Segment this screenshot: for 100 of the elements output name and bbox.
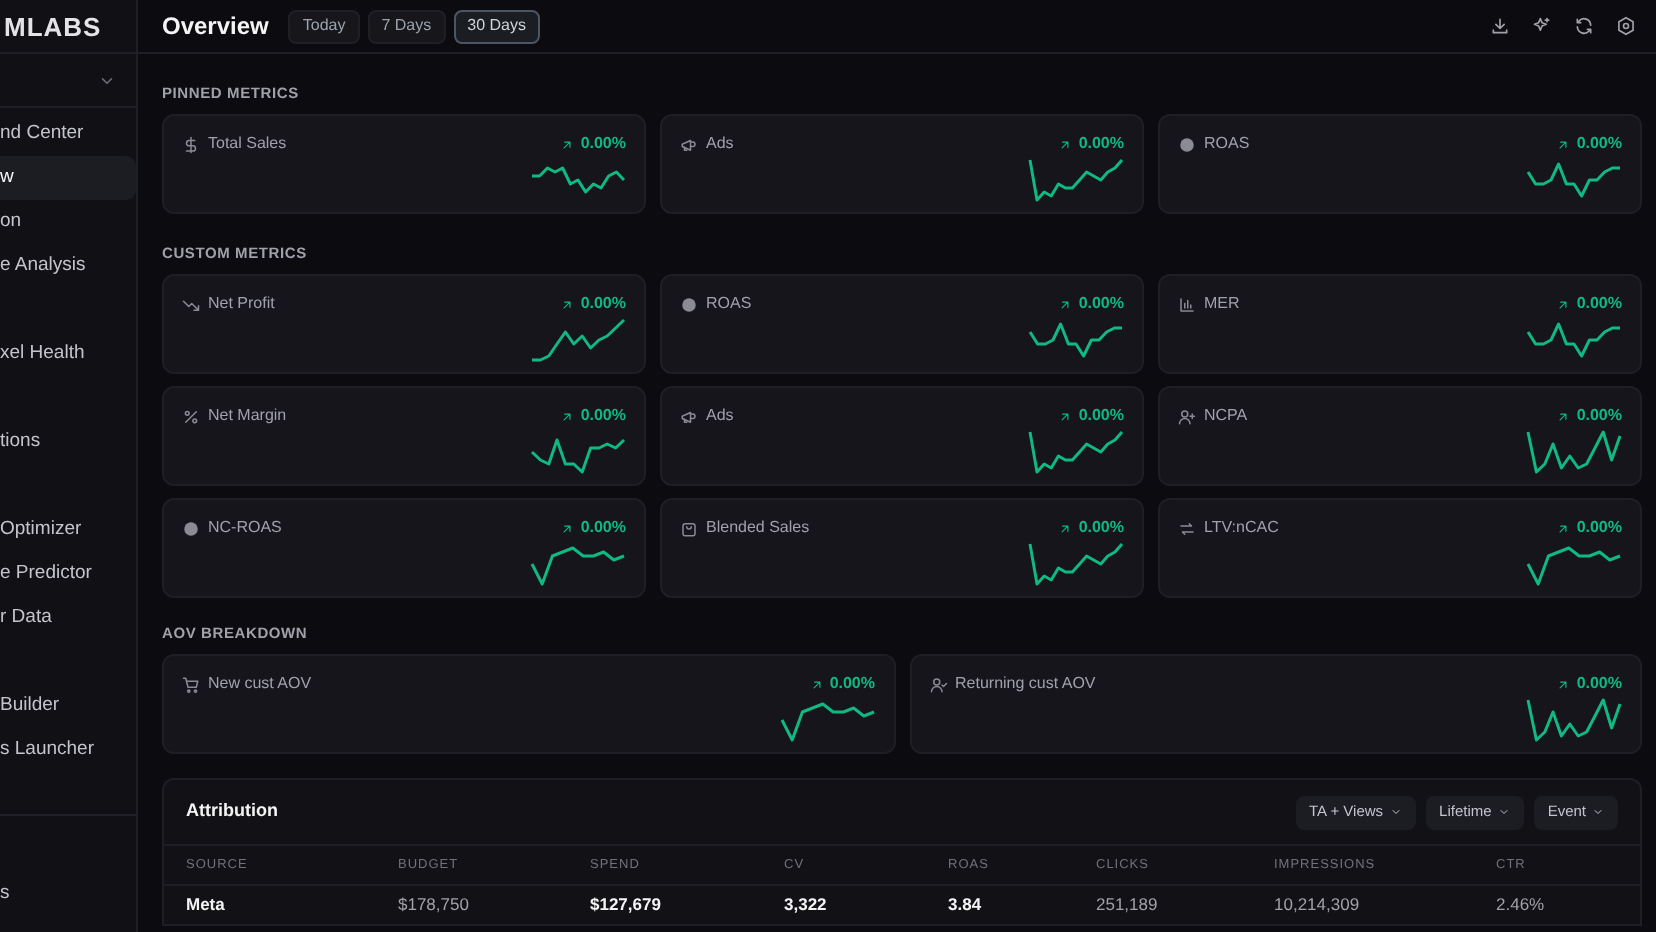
change-percent: 0.00% (1078, 404, 1124, 428)
coin-icon (182, 519, 200, 537)
arrow-up-right-icon (1058, 521, 1073, 535)
metric-label: NCPA (1204, 404, 1248, 428)
megaphone-icon (680, 135, 698, 153)
sparkline (530, 318, 626, 362)
chevron-down-icon (1592, 806, 1604, 818)
table-cell-text: 2.46% (1496, 892, 1547, 918)
table-cell-text: 251,189 (1096, 892, 1160, 918)
sparkles-button[interactable] (1532, 16, 1552, 36)
nav-item[interactable]: r Data (0, 596, 136, 640)
download-button[interactable] (1490, 16, 1510, 36)
nav-item[interactable]: nd Center (0, 112, 136, 156)
range-tab[interactable]: 30 Days (453, 9, 540, 43)
metric-label: LTV:nCAC (1204, 516, 1279, 540)
chevron-down-icon (1389, 806, 1402, 818)
nav-item[interactable]: on (0, 200, 136, 244)
table-cell-text: 3,322 (784, 892, 829, 918)
nav-item[interactable]: s Launcher (0, 728, 136, 772)
change-percent: 0.00% (1576, 516, 1622, 540)
arrow-up-right-icon (1556, 521, 1571, 535)
arrow-up-right-icon (1556, 137, 1571, 151)
sparkline (1526, 430, 1622, 474)
range-tab[interactable]: Today (288, 9, 360, 43)
refresh-icon (1574, 16, 1594, 36)
sparkline (1028, 542, 1124, 586)
coin-icon (680, 295, 698, 313)
page-title: Overview (162, 10, 269, 44)
metric-label: NC-ROAS (208, 516, 282, 540)
sparkline (530, 542, 626, 586)
sparkline (1526, 158, 1622, 202)
change-percent: 0.00% (1576, 672, 1622, 696)
nav-item[interactable]: e Analysis (0, 244, 136, 288)
metric-label: ROAS (1204, 132, 1250, 156)
sparkles-icon (1532, 16, 1552, 36)
megaphone-icon (680, 407, 698, 425)
change-percent: 0.00% (1078, 516, 1124, 540)
percent-icon (182, 407, 200, 425)
sparkline (1526, 318, 1622, 362)
panel-title: Attribution (186, 798, 278, 825)
arrow-up-right-icon (1058, 137, 1073, 151)
nav-item[interactable]: w (0, 156, 136, 200)
metric-label: New cust AOV (208, 672, 312, 696)
arrow-up-right-icon (1058, 297, 1073, 311)
change-percent: 0.00% (1576, 292, 1622, 316)
sparkline (1526, 542, 1622, 586)
bar-chart-icon (1178, 295, 1196, 313)
settings-icon (1616, 16, 1636, 36)
sparkline (1028, 158, 1124, 202)
arrow-up-right-icon (1556, 409, 1571, 423)
change-percent: 0.00% (1576, 132, 1622, 156)
change-percent: 0.00% (580, 516, 626, 540)
metric-label: Net Margin (208, 404, 287, 428)
metric-label: Total Sales (208, 132, 287, 156)
metric-label: Ads (706, 404, 734, 428)
sparkline (1028, 430, 1124, 474)
nav-item[interactable]: Builder (0, 684, 136, 728)
arrow-up-right-icon (560, 409, 575, 423)
arrow-up-right-icon (560, 297, 575, 311)
nav-item[interactable]: e Predictor (0, 552, 136, 596)
change-percent: 0.00% (829, 672, 875, 696)
table-cell-text: 3.84 (948, 892, 984, 918)
sparkline (1028, 318, 1124, 362)
metric-label: Ads (706, 132, 734, 156)
metric-label: Returning cust AOV (955, 672, 1096, 696)
logo-text: MLABS (4, 13, 102, 39)
refresh-button[interactable] (1574, 16, 1594, 36)
change-percent: 0.00% (580, 404, 626, 428)
change-percent: 0.00% (1078, 132, 1124, 156)
user-check-icon (929, 675, 947, 693)
arrow-up-right-icon (560, 521, 575, 535)
settings-button[interactable] (1616, 16, 1636, 36)
cart-icon (182, 675, 200, 693)
table-cell-text: $178,750 (398, 892, 471, 918)
metric-label: Blended Sales (706, 516, 810, 540)
nav-item[interactable]: Optimizer (0, 508, 136, 552)
change-percent: 0.00% (1576, 404, 1622, 428)
range-tab[interactable]: 7 Days (367, 9, 446, 43)
change-percent: 0.00% (580, 132, 626, 156)
chevron-down-icon (1497, 806, 1510, 818)
table-cell-text: Meta (186, 892, 227, 918)
user-plus-icon (1178, 407, 1196, 425)
bag-icon (680, 519, 698, 537)
arrow-up-right-icon (1556, 297, 1571, 311)
arrow-up-right-icon (560, 137, 575, 151)
nav-item[interactable]: tions (0, 420, 136, 464)
metric-label: Net Profit (208, 292, 275, 316)
sparkline (779, 698, 875, 742)
metric-label: ROAS (706, 292, 752, 316)
sparkline (1526, 698, 1622, 742)
metric-label: MER (1204, 292, 1240, 316)
coin-icon (1178, 135, 1196, 153)
download-icon (1490, 16, 1510, 36)
table-cell-text: 10,214,309 (1274, 892, 1362, 918)
nav-item[interactable]: xel Health (0, 332, 136, 376)
trend-down-icon (182, 295, 200, 313)
change-percent: 0.00% (580, 292, 626, 316)
swap-arrows-icon (1178, 519, 1196, 537)
nav-item[interactable]: s (0, 879, 136, 908)
change-percent: 0.00% (1078, 292, 1124, 316)
